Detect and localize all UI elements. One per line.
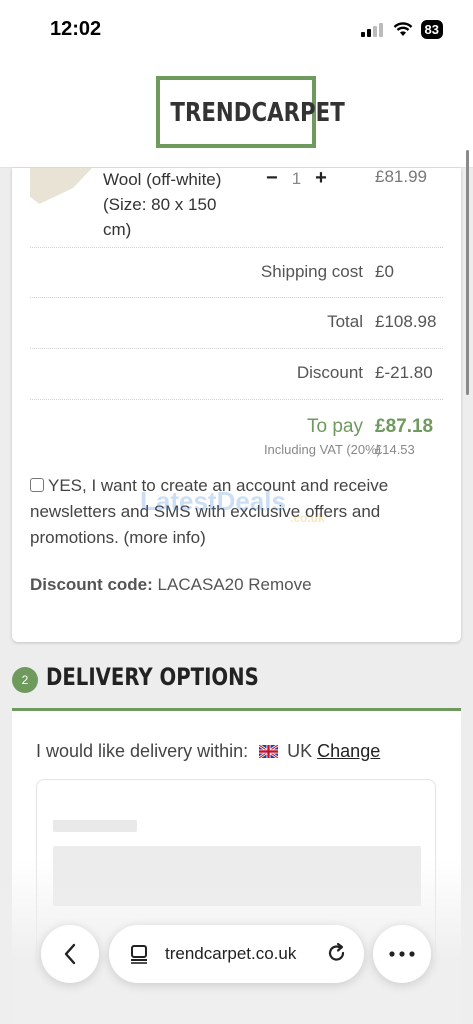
quantity-value: 1 (291, 168, 302, 188)
total-label: Total (327, 312, 363, 331)
to-pay-row: To pay £87.18 (30, 399, 443, 439)
newsletter-optin: YES, I want to create an account and rec… (30, 473, 445, 551)
plus-icon[interactable]: + (315, 167, 327, 190)
cart-summary-card: Wool (off-white) (Size: 80 x 150 cm) − 1… (12, 167, 461, 642)
product-description: Wool (off-white) (Size: 80 x 150 cm) (103, 170, 222, 239)
battery-icon: 83 (420, 20, 443, 39)
discount-row: Discount £-21.80 (30, 348, 443, 398)
back-button[interactable] (41, 925, 99, 983)
url-text[interactable]: trendcarpet.co.uk (165, 944, 296, 964)
quantity-stepper: − 1 + (266, 167, 327, 190)
chevron-left-icon (64, 943, 76, 965)
page-menu-icon[interactable] (129, 944, 149, 964)
reload-icon[interactable] (326, 942, 348, 964)
shipping-label: Shipping cost (260, 262, 363, 281)
ellipsis-icon (389, 951, 415, 957)
shipping-row: Shipping cost £0 (30, 247, 443, 297)
address-bar[interactable]: trendcarpet.co.uk (109, 925, 364, 983)
shipping-value: £0 (375, 262, 394, 281)
delivery-country-line: I would like delivery within: UK Change (36, 741, 380, 762)
line-price: £81.99 (375, 167, 427, 186)
discount-code-label: Discount code: (30, 575, 153, 594)
uk-flag-icon (259, 745, 279, 758)
vat-value: £14.53 (375, 442, 415, 457)
status-icons: 83 (360, 20, 443, 39)
skeleton-line (53, 820, 137, 832)
newsletter-checkbox[interactable] (30, 478, 44, 492)
newsletter-text[interactable]: YES, I want to create an account and rec… (30, 476, 388, 547)
delivery-country: UK (287, 741, 313, 761)
to-pay-label: To pay (307, 416, 363, 437)
step-number-badge: 2 (12, 667, 38, 693)
discount-code-value: LACASA20 (157, 575, 244, 594)
scroll-indicator[interactable] (466, 150, 469, 395)
status-bar: 12:02 83 (0, 0, 473, 62)
discount-value: £-21.80 (375, 363, 433, 382)
total-row: Total £108.98 (30, 297, 443, 347)
total-value: £108.98 (375, 312, 437, 331)
delivery-within-label: I would like delivery within: (36, 741, 249, 761)
discount-code-line: Discount code: LACASA20 Remove (30, 575, 312, 595)
vat-label: Including VAT (20%) (263, 442, 381, 457)
remove-discount-link[interactable]: Remove (248, 575, 311, 594)
minus-icon[interactable]: − (266, 167, 278, 190)
logo-text: TRENDCARPET (170, 98, 345, 128)
wifi-icon (393, 22, 412, 36)
discount-label: Discount (296, 363, 363, 382)
trendcarpet-logo[interactable]: TRENDCARPET (156, 76, 345, 148)
more-options-button[interactable] (373, 925, 431, 983)
delivery-options-title: DELIVERY OPTIONS (46, 663, 259, 691)
change-country-link[interactable]: Change (317, 741, 380, 761)
site-header: TRENDCARPET (0, 62, 473, 168)
to-pay-value: £87.18 (375, 416, 434, 437)
product-thumbnail[interactable] (30, 168, 92, 204)
status-time: 12:02 (50, 18, 102, 40)
signal-icon (360, 22, 383, 37)
